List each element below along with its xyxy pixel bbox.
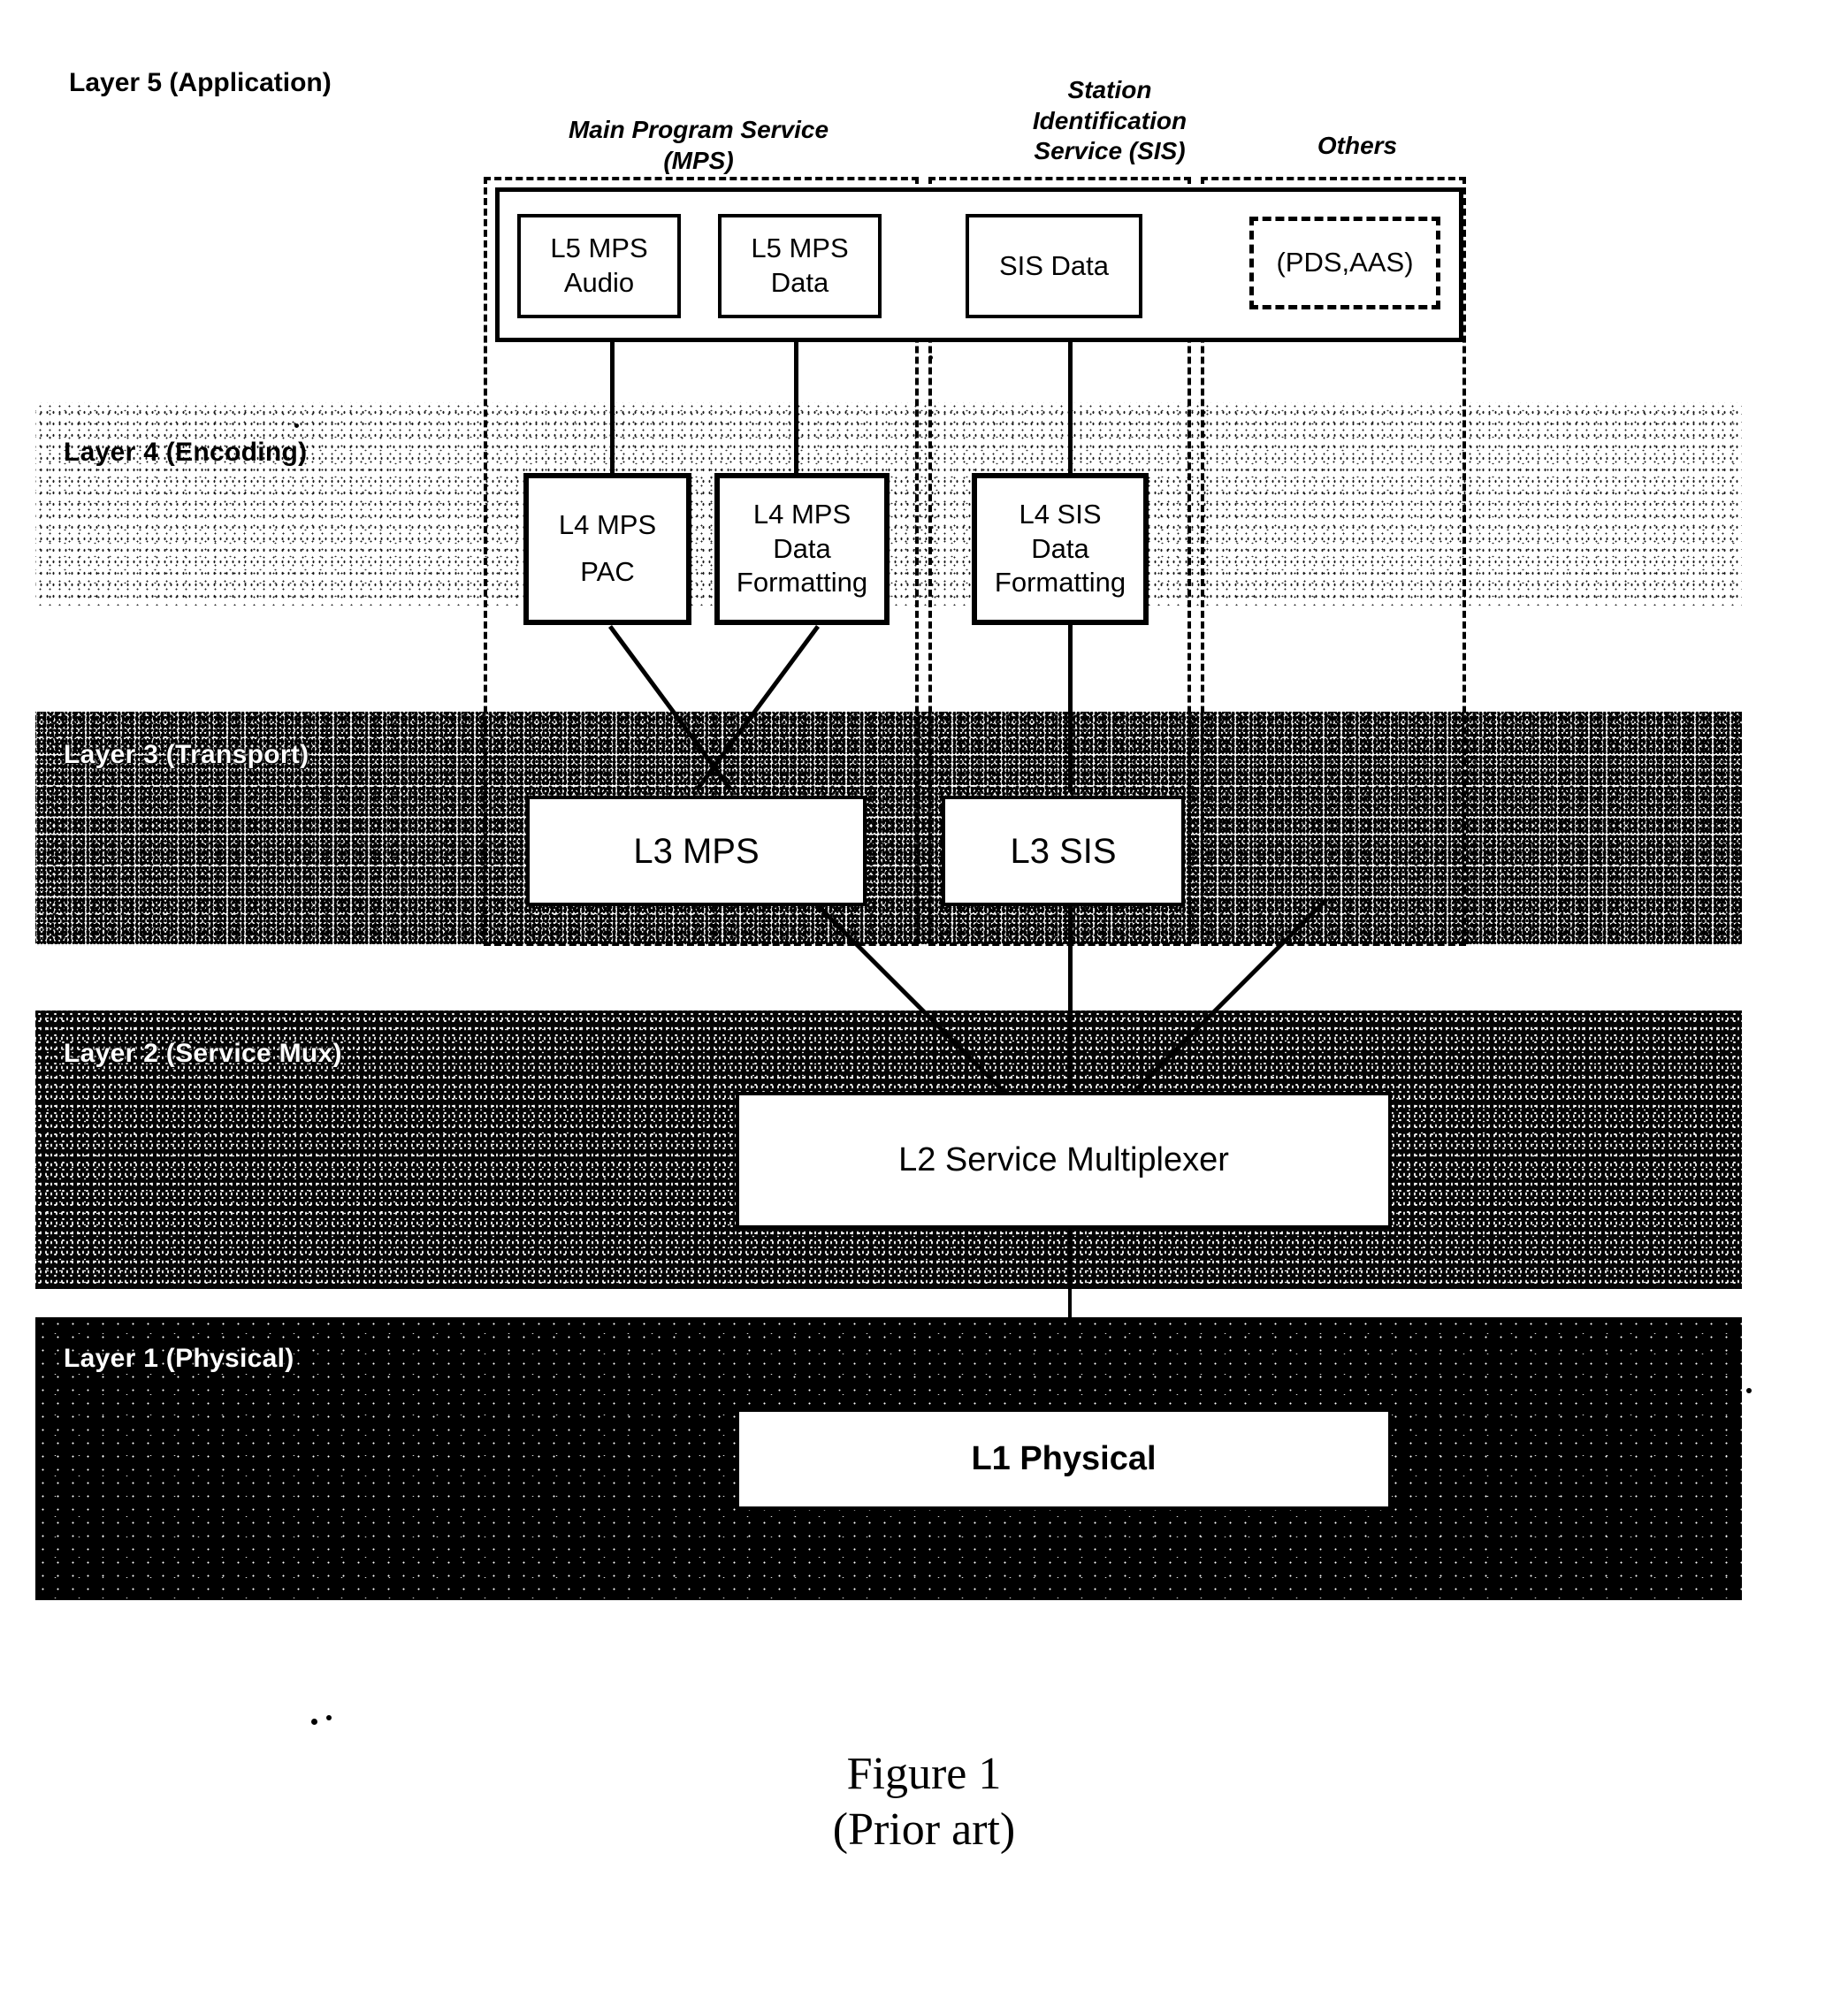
layer-band-label-layer3: Layer 3 (Transport) (64, 740, 309, 769)
node-others-pds-aas[interactable]: (PDS,AAS) (1249, 217, 1440, 309)
scan-artifact-dot (311, 1719, 317, 1725)
node-l5-mps-audio-line2: Audio (563, 267, 635, 298)
node-l3-sis[interactable]: L3 SIS (942, 796, 1185, 906)
layer-band-label-layer1: Layer 1 (Physical) (64, 1344, 294, 1373)
node-l5-mps-audio-line1: L5 MPS (550, 233, 648, 264)
node-l4-sis-data-formatting-line2: Data (1031, 532, 1089, 564)
node-l3-mps[interactable]: L3 MPS (526, 796, 867, 906)
service-column-header-sis: Station Identification Service (SIS) (1032, 76, 1187, 165)
node-others-pds-aas-label: (PDS,AAS) (1276, 247, 1414, 278)
node-l4-mps-pac-line1: L4 MPS (558, 509, 657, 541)
node-l4-sis-data-formatting-line3: Formatting (994, 567, 1126, 599)
layer-band-label-layer2: Layer 2 (Service Mux) (64, 1039, 342, 1068)
node-l1-physical[interactable]: L1 Physical (736, 1408, 1392, 1510)
node-l1-physical-label: L1 Physical (971, 1439, 1157, 1477)
figure-caption-line1: Figure 1 (846, 1749, 1002, 1799)
node-l2-service-multiplexer-label: L2 Service Multiplexer (898, 1140, 1229, 1178)
layer-band-label-layer5: Layer 5 (Application) (69, 68, 332, 97)
node-l4-mps-pac[interactable]: L4 MPS PAC (523, 473, 691, 625)
scan-artifact-dot (1746, 1388, 1752, 1393)
scan-artifact-dot (294, 423, 299, 428)
layer-band-label-layer4: Layer 4 (Encoding) (64, 438, 308, 467)
connector-l2mux-to-l1physical (1068, 1229, 1072, 1419)
figure-canvas: Layer 4 (Encoding) Layer 3 (Transport) L… (0, 0, 1848, 1998)
service-column-header-mps: Main Program Service (MPS) (568, 116, 829, 174)
figure-caption-line2: (Prior art) (832, 1804, 1016, 1856)
node-l4-mps-data-formatting[interactable]: L4 MPS Data Formatting (714, 473, 890, 625)
node-l4-mps-pac-line2: PAC (580, 556, 635, 587)
node-l2-service-multiplexer[interactable]: L2 Service Multiplexer (736, 1092, 1392, 1229)
node-sis-data-label: SIS Data (998, 249, 1110, 281)
node-l4-sis-data-formatting-line1: L4 SIS (1019, 498, 1102, 530)
node-l4-mps-data-formatting-line3: Formatting (736, 567, 868, 599)
figure-caption: Figure 1 (Prior art) (0, 1746, 1848, 1858)
node-l4-sis-data-formatting[interactable]: L4 SIS Data Formatting (972, 473, 1149, 625)
node-l3-mps-label: L3 MPS (633, 831, 760, 871)
node-sis-data[interactable]: SIS Data (966, 214, 1142, 318)
node-l5-mps-data-line2: Data (770, 267, 829, 298)
scan-artifact-dot (928, 355, 933, 360)
node-l3-sis-label: L3 SIS (1010, 831, 1117, 871)
node-l5-mps-audio[interactable]: L5 MPS Audio (517, 214, 681, 318)
node-l4-mps-data-formatting-line2: Data (773, 532, 831, 564)
node-l5-mps-data-line1: L5 MPS (751, 233, 849, 264)
service-column-header-others: Others (1317, 132, 1398, 159)
node-l4-mps-data-formatting-line1: L4 MPS (752, 498, 851, 530)
scan-artifact-dot (326, 1715, 332, 1720)
node-l5-mps-data[interactable]: L5 MPS Data (718, 214, 882, 318)
